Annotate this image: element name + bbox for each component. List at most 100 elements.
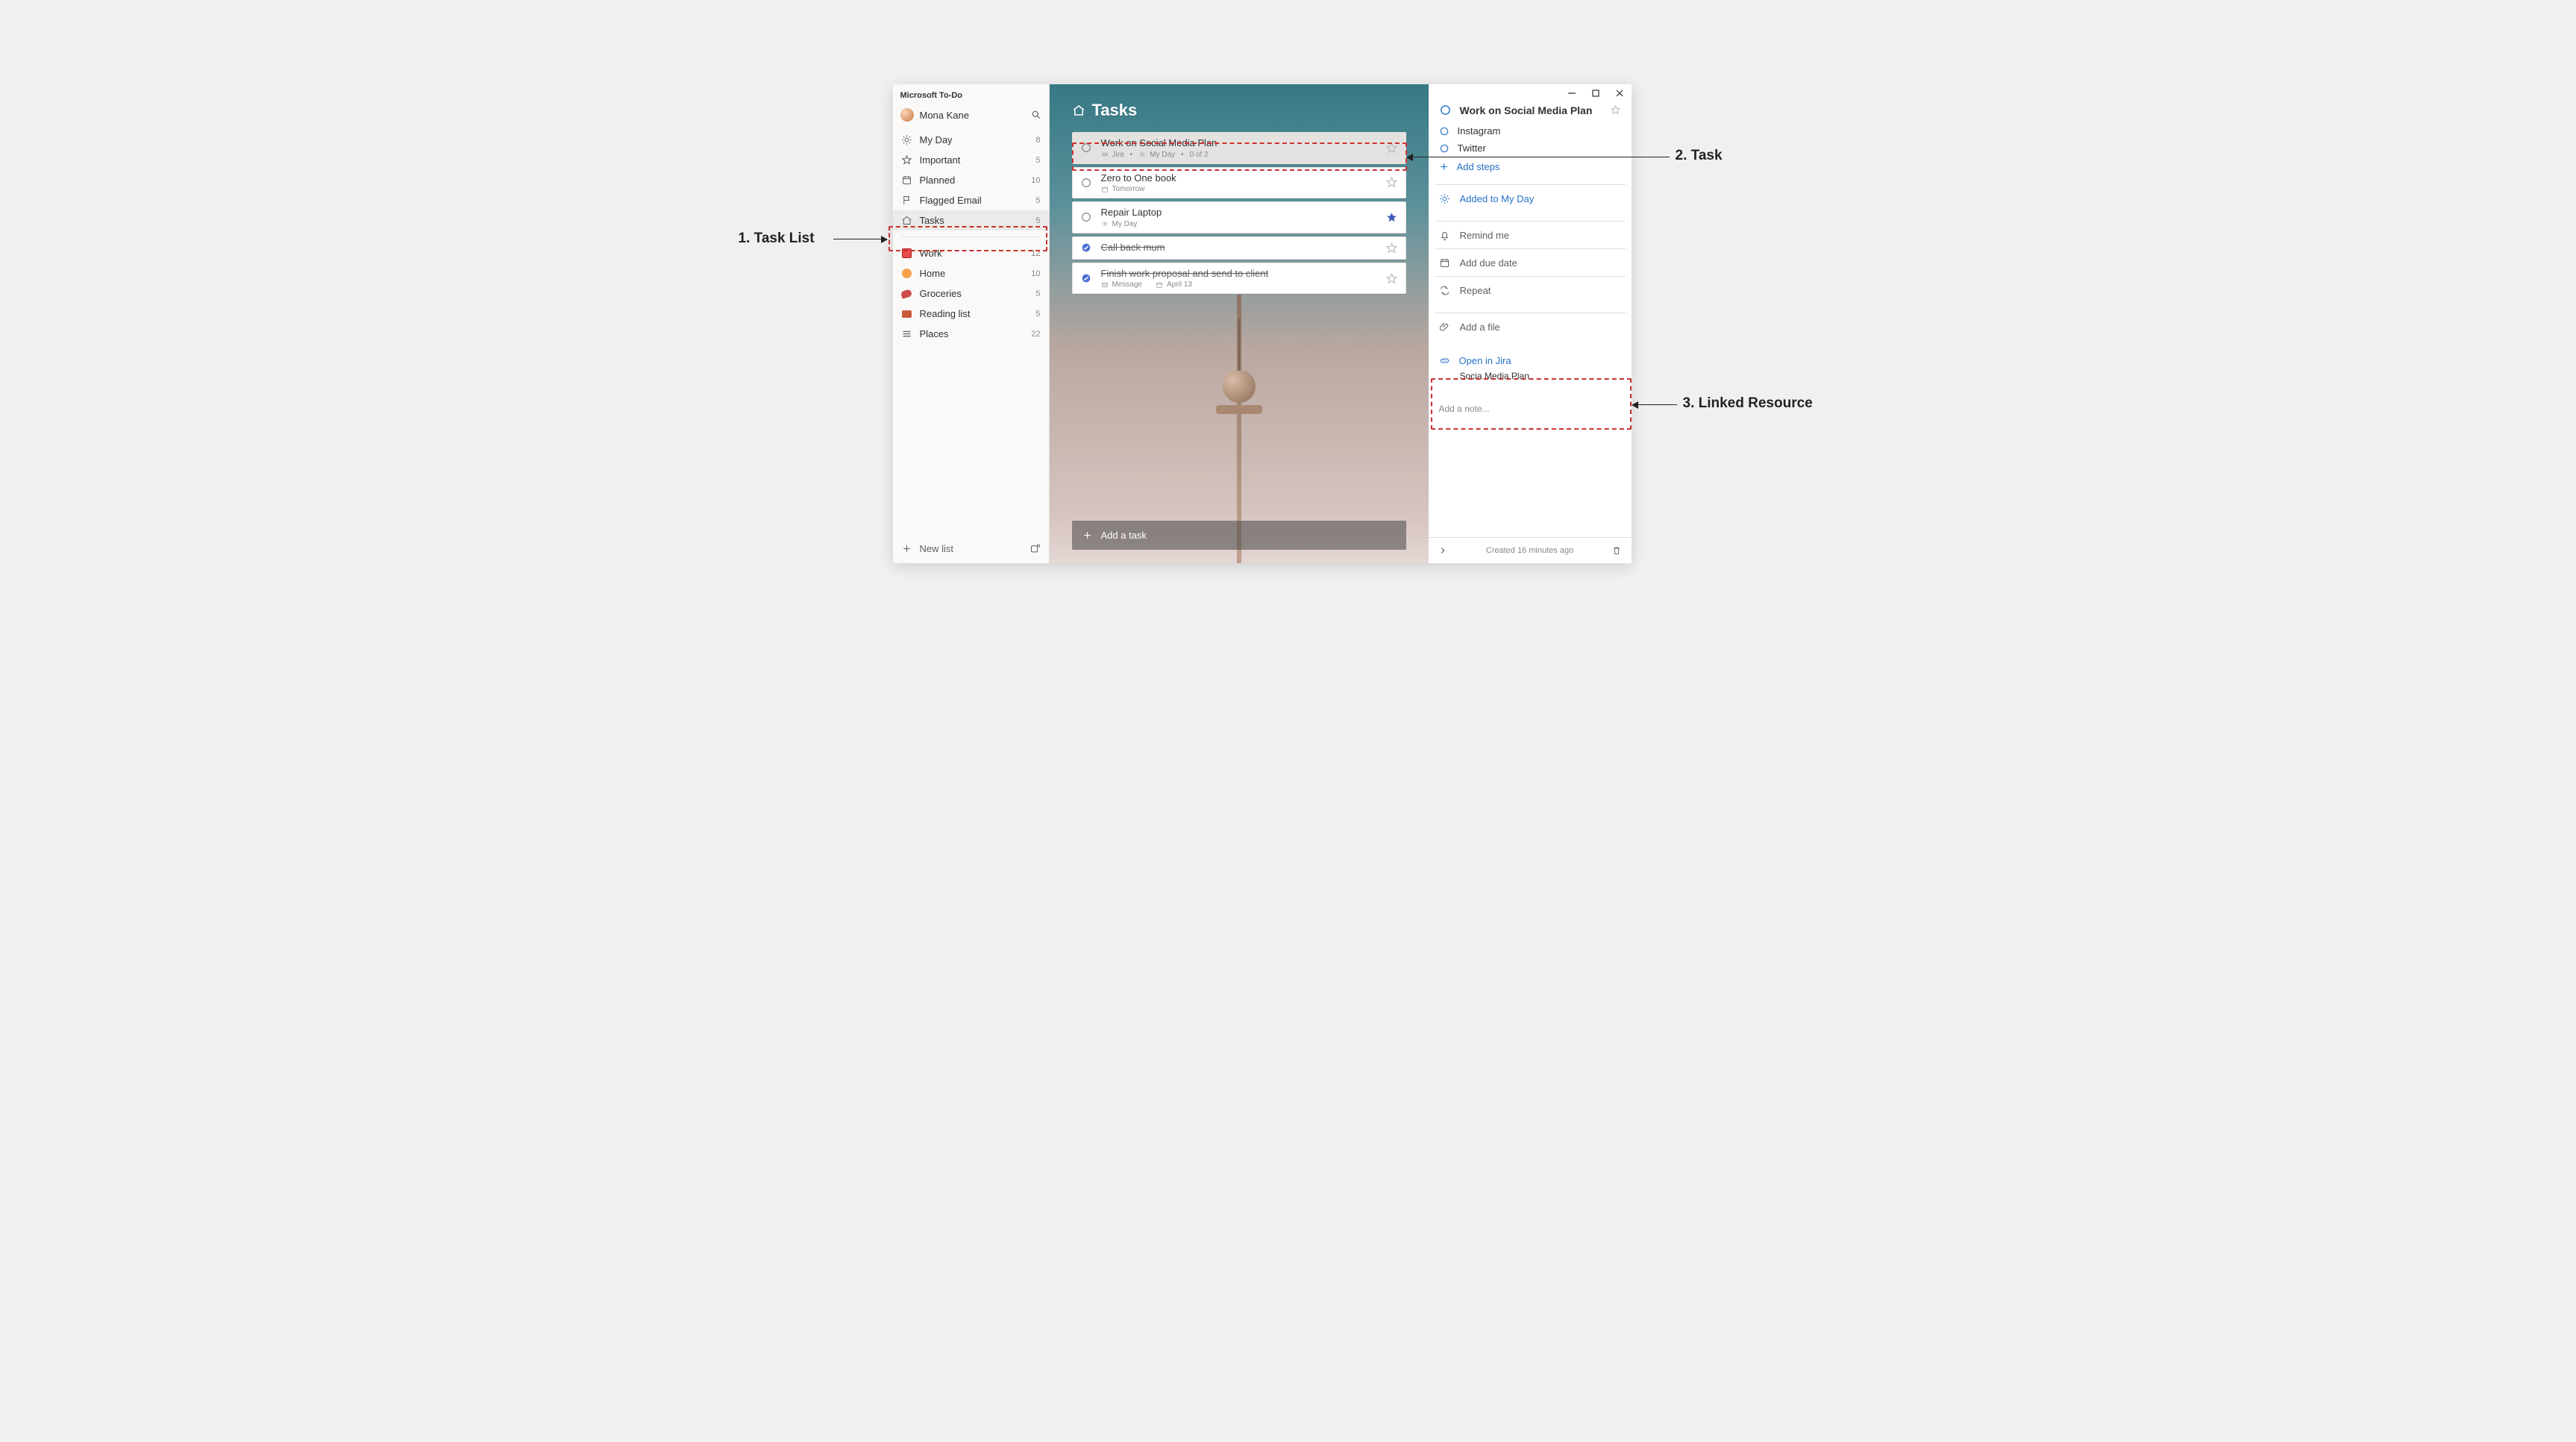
star-icon[interactable] xyxy=(1385,176,1398,189)
sidebar-item-work[interactable]: Work 12 xyxy=(893,243,1049,263)
sidebar-item-label: Reading list xyxy=(920,308,971,319)
add-task-placeholder: Add a task xyxy=(1101,530,1147,541)
add-step-button[interactable]: Add steps xyxy=(1429,157,1632,180)
add-file-row[interactable]: Add a file xyxy=(1435,313,1626,340)
task-checkbox[interactable] xyxy=(1080,211,1092,223)
maximize-icon[interactable] xyxy=(1591,89,1600,98)
calendar-icon xyxy=(1439,257,1451,269)
task-checkbox[interactable] xyxy=(1080,272,1092,284)
message-icon xyxy=(1101,281,1109,289)
step-checkbox[interactable] xyxy=(1439,143,1450,154)
minimize-icon[interactable] xyxy=(1567,89,1576,98)
sidebar-item-label: Planned xyxy=(920,175,956,186)
step-label: Instagram xyxy=(1458,125,1501,137)
task-card[interactable]: Zero to One book Tomorrow xyxy=(1072,167,1406,199)
sidebar-item-count: 5 xyxy=(1035,289,1040,298)
task-meta: Message April 13 xyxy=(1101,280,1376,289)
add-step-label: Add steps xyxy=(1457,161,1500,172)
myday-row[interactable]: Added to My Day xyxy=(1435,185,1626,212)
note-placeholder: Add a note... xyxy=(1439,404,1490,414)
task-card[interactable]: Work on Social Media Plan Jira My Day 0 … xyxy=(1072,132,1406,164)
remind-row[interactable]: Remind me xyxy=(1435,222,1626,248)
sidebar-item-label: Groceries xyxy=(920,288,962,299)
sidebar-divider xyxy=(901,236,1041,237)
linked-resource[interactable]: Open in Jira Socia Media Plan xyxy=(1435,349,1626,387)
new-list-button[interactable]: New list xyxy=(901,543,954,554)
step-item[interactable]: Twitter xyxy=(1429,140,1632,157)
sidebar-item-count: 5 xyxy=(1035,216,1040,225)
myday-label: Added to My Day xyxy=(1460,193,1535,204)
new-group-icon[interactable] xyxy=(1030,543,1041,554)
star-icon[interactable] xyxy=(1610,104,1621,116)
linked-open-label: Open in Jira xyxy=(1459,355,1511,366)
collapse-icon[interactable] xyxy=(1438,545,1448,556)
note-input[interactable]: Add a note... xyxy=(1435,396,1626,441)
star-icon[interactable] xyxy=(1385,272,1398,285)
sidebar-item-count: 12 xyxy=(1031,249,1040,258)
sidebar-item-reading[interactable]: Reading list 5 xyxy=(893,304,1049,324)
sidebar-item-important[interactable]: Important 5 xyxy=(893,150,1049,170)
footer-text: Created 16 minutes ago xyxy=(1486,546,1573,555)
link-icon xyxy=(1101,151,1109,158)
linked-sub-label: Socia Media Plan xyxy=(1439,366,1621,381)
main-header: Tasks xyxy=(1050,84,1429,132)
close-icon[interactable] xyxy=(1615,89,1624,98)
star-icon xyxy=(901,154,912,166)
add-task-input[interactable]: Add a task xyxy=(1072,521,1406,550)
app-title: Microsoft To-Do xyxy=(893,84,1049,103)
star-icon[interactable] xyxy=(1385,142,1398,154)
sidebar-item-count: 22 xyxy=(1031,330,1040,339)
task-title: Work on Social Media Plan xyxy=(1101,137,1376,149)
list-icon-work xyxy=(901,248,912,259)
callout-label-3: 3. Linked Resource xyxy=(1683,395,1813,412)
sidebar-item-places[interactable]: Places 22 xyxy=(893,324,1049,344)
sidebar-item-home[interactable]: Home 10 xyxy=(893,263,1049,283)
due-label: Add due date xyxy=(1460,257,1517,269)
list-icon-groceries xyxy=(901,288,912,299)
task-meta: Jira My Day 0 of 2 xyxy=(1101,151,1376,159)
sidebar-item-flagged[interactable]: Flagged Email 5 xyxy=(893,190,1049,210)
sidebar-item-label: My Day xyxy=(920,134,953,145)
avatar xyxy=(900,108,914,122)
step-checkbox[interactable] xyxy=(1439,126,1450,137)
star-icon[interactable] xyxy=(1385,242,1398,254)
task-card[interactable]: Call back mum xyxy=(1072,236,1406,260)
task-card[interactable]: Repair Laptop My Day xyxy=(1072,201,1406,233)
sidebar-item-count: 8 xyxy=(1035,136,1040,145)
step-item[interactable]: Instagram xyxy=(1429,122,1632,140)
search-icon[interactable] xyxy=(1031,110,1041,120)
task-checkbox[interactable] xyxy=(1080,142,1092,154)
new-list-label: New list xyxy=(920,543,954,554)
repeat-row[interactable]: Repeat xyxy=(1435,276,1626,304)
sun-icon xyxy=(901,134,912,145)
due-row[interactable]: Add due date xyxy=(1435,248,1626,276)
trash-icon[interactable] xyxy=(1611,545,1622,556)
task-checkbox[interactable] xyxy=(1080,242,1092,254)
sidebar-item-planned[interactable]: Planned 10 xyxy=(893,170,1049,190)
plus-icon xyxy=(1439,162,1449,172)
sidebar-item-label: Home xyxy=(920,268,946,279)
sidebar-item-tasks[interactable]: Tasks 5 xyxy=(893,210,1049,231)
sidebar-item-count: 5 xyxy=(1035,310,1040,319)
task-title: Zero to One book xyxy=(1101,172,1376,184)
task-card[interactable]: Finish work proposal and send to client … xyxy=(1072,263,1406,295)
sidebar-item-label: Work xyxy=(920,248,942,259)
sun-icon xyxy=(1439,192,1451,204)
list-icon-places xyxy=(901,328,912,339)
list-icon-home xyxy=(901,268,912,279)
task-title: Repair Laptop xyxy=(1101,207,1376,219)
home-icon xyxy=(901,215,912,226)
sidebar-item-myday[interactable]: My Day 8 xyxy=(893,130,1049,150)
repeat-label: Repeat xyxy=(1460,285,1491,296)
main-pane: Tasks Work on Social Media Plan Jira My … xyxy=(1050,84,1429,563)
plus-icon xyxy=(901,543,912,554)
task-meta: Tomorrow xyxy=(1101,185,1376,193)
calendar-icon xyxy=(1156,281,1163,289)
star-icon[interactable] xyxy=(1385,211,1398,224)
sidebar-item-label: Flagged Email xyxy=(920,195,982,206)
remind-label: Remind me xyxy=(1460,230,1509,241)
task-checkbox[interactable] xyxy=(1080,177,1092,189)
home-icon xyxy=(1072,104,1085,117)
sidebar-item-groceries[interactable]: Groceries 5 xyxy=(893,283,1049,304)
task-checkbox[interactable] xyxy=(1439,104,1452,116)
